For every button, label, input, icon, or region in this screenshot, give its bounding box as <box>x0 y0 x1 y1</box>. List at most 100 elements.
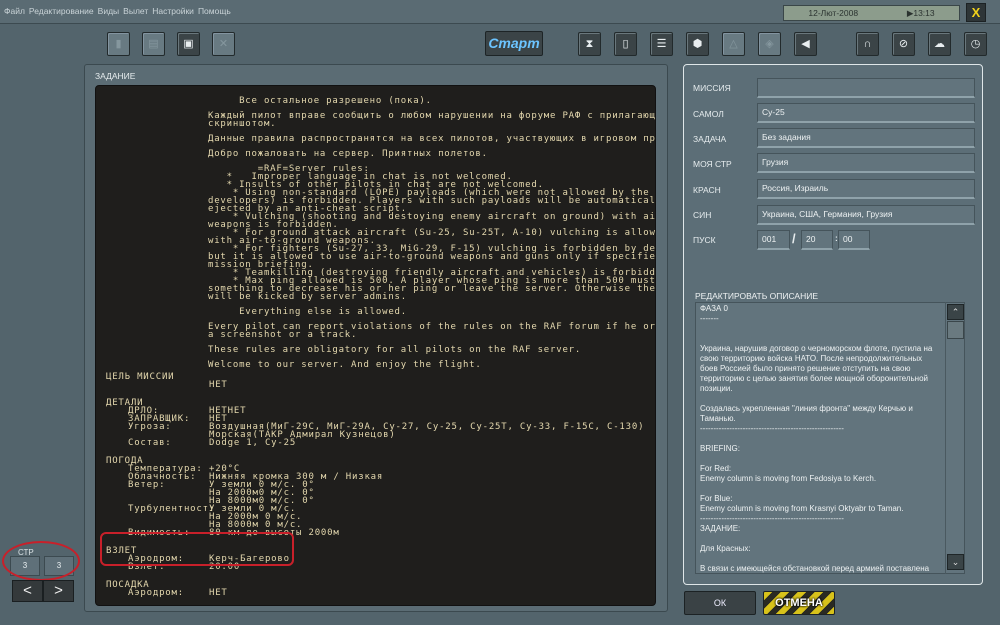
close-button[interactable]: X <box>966 3 986 22</box>
paragraph: Everything else is allowed. <box>208 307 655 317</box>
start-button[interactable]: Старт <box>485 31 543 56</box>
blue-label: СИН <box>693 210 712 220</box>
mission-field[interactable] <box>757 78 975 98</box>
clock-icon[interactable]: ◷ <box>964 32 987 56</box>
date-time-display: 12-Лют-2008 ▶13:13 <box>783 5 960 21</box>
sound-icon[interactable]: ◀ <box>794 32 817 56</box>
prev-page-button[interactable]: < <box>12 580 43 602</box>
weather-icon[interactable]: ☁ <box>928 32 951 56</box>
red-coalition-field[interactable]: Россия, Израиль <box>757 179 975 199</box>
new-icon[interactable]: ▮ <box>107 32 130 56</box>
description-textarea[interactable]: ФАЗА 0 ------- Украина, нарушив договор о … <box>695 302 965 574</box>
summary-row: Облачность: Нижняя кромка 300 м / Низкая <box>106 473 644 482</box>
paragraph: Добро пожаловать на сервер. Приятных пол… <box>208 149 655 159</box>
start-time-label: ПУСК <box>693 235 716 245</box>
description-line: ------- <box>700 314 719 323</box>
paragraph: Welcome to our server. And enjoy the fli… <box>208 361 655 370</box>
description-line: For Blue: <box>700 494 733 503</box>
red-label: КРАСН <box>693 185 721 195</box>
description-line <box>700 324 938 334</box>
map-icon[interactable]: △ <box>722 32 745 56</box>
date-separator: / <box>792 231 796 246</box>
scroll-up-button[interactable]: ⌃ <box>947 304 964 320</box>
text-line: Все остальное разрешено (пока). <box>208 96 432 106</box>
takeoff-highlight <box>100 532 294 566</box>
row-value: НЕТ <box>209 380 228 390</box>
description-line: ----------------------------------------… <box>700 424 844 433</box>
time: ▶13:13 <box>906 7 935 18</box>
description-line: BRIEFING: <box>700 444 741 453</box>
country-field[interactable]: Грузия <box>757 153 975 173</box>
description-line: ----------------------------------------… <box>700 514 844 523</box>
section-title: ПОСАДКА <box>106 580 150 590</box>
scroll-down-button[interactable]: ⌄ <box>947 554 964 570</box>
menu-item[interactable]: Редактирование <box>29 6 94 16</box>
shield-icon[interactable]: ◈ <box>758 32 781 56</box>
panel-title: ЗАДАНИЕ <box>95 71 136 81</box>
text-line: скриншотом. <box>208 119 277 129</box>
delete-icon[interactable]: ✕ <box>212 32 235 56</box>
text-line: Добро пожаловать на сервер. Приятных пол… <box>208 149 488 159</box>
start-day-field[interactable]: 001 <box>757 230 790 250</box>
description-line: Для Красных: <box>700 544 751 553</box>
summary-section: ДЕТАЛИ ДРЛО: НЕТНЕТ ЗАПРАВЩИК: НЕТ Угроза: Воз… <box>106 398 644 448</box>
description-line <box>700 454 938 464</box>
no-entry-icon[interactable]: ⊘ <box>892 32 915 56</box>
mission-text[interactable]: Все остальное разрешено (пока). Каждый пи… <box>95 85 656 606</box>
next-page-button[interactable]: > <box>43 580 74 602</box>
paragraph: Каждый пилот вправе сообщить о любом нар… <box>208 112 655 129</box>
task-label: ЗАДАЧА <box>693 134 727 144</box>
summary-row: Состав: Dodge 1, Су-25 <box>106 439 644 448</box>
menu-item[interactable]: Помощь <box>198 6 231 16</box>
description-line: For Red: <box>700 464 732 473</box>
mission-summary: ЦЕЛЬ МИССИИ НЕТ ДЕТАЛИ ДРЛО: НЕТНЕТ ЗАПРАВЩИК… <box>106 373 644 605</box>
text-line: These rules are obligatory for all pilot… <box>208 345 582 355</box>
description-line <box>700 434 938 444</box>
description-line: Украина, нарушив договор о черноморском … <box>700 344 933 393</box>
description-line: Enemy column is moving from Fedosiya to … <box>700 474 877 483</box>
row-label: Турбулентност: <box>128 504 216 514</box>
scroll-thumb[interactable] <box>947 321 964 339</box>
open-icon[interactable]: ▤ <box>142 32 165 56</box>
description-line <box>700 334 938 344</box>
aircraft-label: САМОЛ <box>693 109 724 119</box>
description-line: В связи с имеющейся обстановкой перед ар… <box>700 564 930 573</box>
paragraph: Все остальное разрешено (пока). <box>208 96 655 106</box>
description-scrollbar[interactable] <box>945 302 965 574</box>
description-line: ФАЗА 0 <box>700 304 728 313</box>
start-minute-field[interactable]: 00 <box>838 230 870 250</box>
menu-item[interactable]: Виды <box>98 6 120 16</box>
briefing-icon[interactable]: ▯ <box>614 32 637 56</box>
summary-row: На 2000м0 м/с. 0° <box>106 489 644 498</box>
menu-item[interactable]: Файл <box>4 6 25 16</box>
country-label: МОЯ СТР <box>693 159 732 169</box>
page-highlight <box>2 541 80 581</box>
summary-section: ЦЕЛЬ МИССИИ НЕТ <box>106 373 644 390</box>
save-icon[interactable]: ▣ <box>177 32 200 56</box>
description-line: ЗАДАНИЕ: <box>700 524 741 533</box>
text-line: Данные правила распространятся на всех п… <box>208 134 656 144</box>
list-icon[interactable]: ☰ <box>650 32 673 56</box>
summary-row: Аэродром: НЕТ <box>106 588 644 598</box>
description-line: Создалась укрепленная "линия фронта" меж… <box>700 404 913 423</box>
description-line <box>700 534 938 544</box>
text-line: Everything else is allowed. <box>208 307 407 317</box>
blue-coalition-field[interactable]: Украина, США, Германия, Грузия <box>757 205 975 225</box>
description-line <box>700 484 938 494</box>
text-line: will be kicked by server admins. <box>208 292 407 302</box>
start-hour-field[interactable]: 20 <box>801 230 833 250</box>
task-field[interactable]: Без задания <box>757 128 975 148</box>
goals-icon[interactable]: ⬢ <box>686 32 709 56</box>
row-label: Аэродром: <box>128 588 184 598</box>
ok-button[interactable]: ОК <box>684 591 756 615</box>
section-title: ДЕТАЛИ <box>106 398 144 408</box>
menu-item[interactable]: Вылет <box>123 6 148 16</box>
summary-row: На 2000м 0 м/с. <box>106 513 644 522</box>
paragraph: =RAF=Server rules: * Improper language i… <box>208 165 655 302</box>
hourglass-icon[interactable]: ⧗ <box>578 32 601 56</box>
aircraft-field[interactable]: Су-25 <box>757 103 975 123</box>
menu-item[interactable]: Настройки <box>152 6 194 16</box>
cancel-button[interactable]: ОТМЕНА <box>763 591 835 615</box>
binoculars-icon[interactable]: ∩ <box>856 32 879 56</box>
date: 12-Лют-2008 <box>808 8 859 18</box>
